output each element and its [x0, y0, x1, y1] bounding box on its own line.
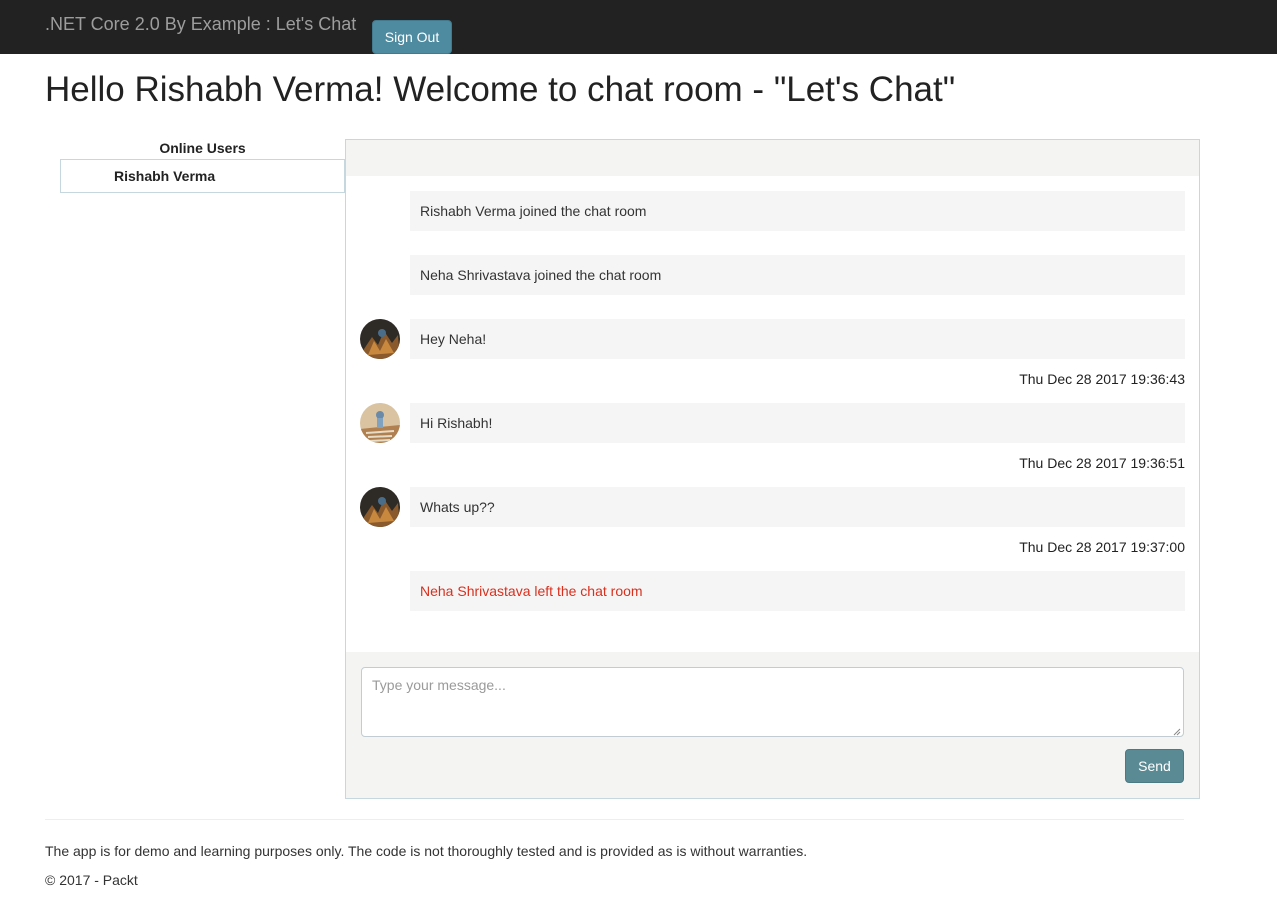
chat-composer: Send	[346, 652, 1199, 798]
chat-panel: Rishabh Verma joined the chat room Neha …	[345, 139, 1200, 799]
chat-message: Hey Neha!	[410, 319, 1185, 359]
chat-header	[346, 140, 1199, 176]
footer-copyright: © 2017 - Packt	[45, 872, 138, 888]
app-brand[interactable]: .NET Core 2.0 By Example : Let's Chat	[45, 14, 356, 35]
send-button[interactable]: Send	[1125, 749, 1184, 783]
resize-handle-icon[interactable]	[1173, 728, 1181, 736]
online-users-heading: Online Users	[159, 140, 246, 156]
rishabh-avatar-icon	[360, 319, 400, 359]
message-timestamp: Thu Dec 28 2017 19:37:00	[1019, 539, 1185, 555]
online-user-name: Rishabh Verma	[114, 168, 216, 184]
online-user-item[interactable]: Rishabh Verma	[60, 159, 345, 193]
sign-out-button[interactable]: Sign Out	[372, 20, 452, 54]
neha-avatar-icon	[360, 403, 400, 443]
system-left-message: Neha Shrivastava left the chat room	[410, 571, 1185, 611]
message-list[interactable]: Rishabh Verma joined the chat room Neha …	[346, 176, 1199, 652]
chat-message: Hi Rishabh!	[410, 403, 1185, 443]
online-users-list: Rishabh Verma	[60, 159, 345, 193]
message-timestamp: Thu Dec 28 2017 19:36:51	[1019, 455, 1185, 471]
top-navbar: .NET Core 2.0 By Example : Let's Chat Si…	[0, 0, 1277, 54]
page-title: Hello Rishabh Verma! Welcome to chat roo…	[45, 70, 956, 109]
chat-message: Whats up??	[410, 487, 1185, 527]
footer-divider	[45, 819, 1184, 820]
system-message: Neha Shrivastava joined the chat room	[410, 255, 1185, 295]
message-timestamp: Thu Dec 28 2017 19:36:43	[1019, 371, 1185, 387]
message-input[interactable]	[361, 667, 1184, 737]
footer-disclaimer: The app is for demo and learning purpose…	[45, 843, 808, 859]
system-message: Rishabh Verma joined the chat room	[410, 191, 1185, 231]
rishabh-avatar-icon	[360, 487, 400, 527]
